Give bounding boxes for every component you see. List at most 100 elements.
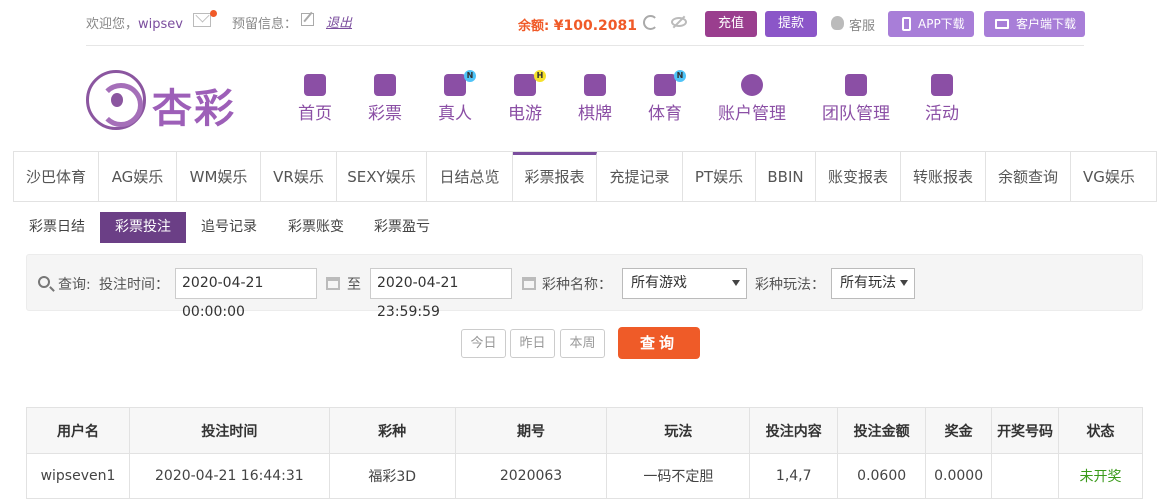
- column-header[interactable]: 彩种: [328, 407, 456, 454]
- yen-icon: [741, 74, 763, 96]
- tab-6[interactable]: 彩票报表: [513, 152, 597, 201]
- nav-item-label: 彩票: [368, 104, 402, 124]
- column-header[interactable]: 投注金额: [837, 407, 927, 454]
- tab-8[interactable]: PT娱乐: [683, 152, 756, 201]
- nav-item-2[interactable]: N 真人: [438, 70, 476, 124]
- mail-icon[interactable]: [193, 13, 211, 27]
- nav-item-4[interactable]: 棋牌: [578, 74, 612, 124]
- greeting: 欢迎您，wipsev: [86, 13, 183, 32]
- subtab-1[interactable]: 彩票投注: [100, 212, 186, 243]
- nav-item-8[interactable]: 活动: [925, 74, 959, 124]
- subtab-0[interactable]: 彩票日结: [14, 212, 100, 243]
- table-cell: 2020-04-21 16:44:31: [128, 453, 330, 499]
- phone-icon: [902, 17, 911, 31]
- to-label: 至: [347, 277, 361, 293]
- subtab-3[interactable]: 彩票账变: [273, 212, 359, 243]
- query-button[interactable]: 查询: [618, 327, 700, 359]
- nav-badge: N: [464, 70, 476, 82]
- nav-item-label: 电游: [508, 104, 542, 124]
- logo-emblem-icon: [86, 70, 146, 130]
- tab-3[interactable]: VR娱乐: [261, 152, 337, 201]
- hide-balance-icon[interactable]: [671, 17, 687, 27]
- nav-item-label: 棋牌: [578, 104, 612, 124]
- nav-item-6[interactable]: 账户管理: [718, 74, 786, 124]
- tab-10[interactable]: 账变报表: [816, 152, 901, 201]
- client-download-button[interactable]: 客户端下载: [984, 11, 1085, 37]
- this-week-button[interactable]: 本周: [560, 329, 605, 358]
- tab-13[interactable]: VG娱乐: [1071, 152, 1147, 201]
- lottery-icon: [374, 74, 396, 96]
- nav-item-label: 体育: [648, 104, 682, 124]
- gift-icon: [931, 74, 953, 96]
- logout-link[interactable]: 退出: [326, 12, 352, 31]
- nav-item-0[interactable]: 首页: [298, 74, 332, 124]
- nav-item-label: 账户管理: [718, 104, 786, 124]
- tab-4[interactable]: SEXY娱乐: [337, 152, 427, 201]
- customer-service-link[interactable]: 客服: [849, 15, 875, 34]
- nav-item-7[interactable]: 团队管理: [822, 74, 890, 124]
- nav-item-5[interactable]: N 体育: [648, 70, 686, 124]
- logo-brand: 杏彩: [152, 85, 236, 132]
- nav-item-label: 团队管理: [822, 104, 890, 124]
- table-cell: 0.0600: [837, 453, 927, 499]
- live-casino-icon: N: [444, 70, 476, 96]
- start-time-input[interactable]: 2020-04-21 00:00:00: [175, 268, 317, 320]
- nav-item-label: 活动: [925, 104, 959, 124]
- edit-icon[interactable]: [301, 13, 314, 26]
- column-header[interactable]: 投注时间: [128, 407, 330, 454]
- game-select[interactable]: 所有游戏: [622, 268, 747, 299]
- report-tabs: 沙巴体育 AG娱乐 WM娱乐 VR娱乐 SEXY娱乐 日结总览 彩票报表 充提记录 PT娱乐 BB…: [13, 151, 1157, 202]
- column-header[interactable]: 期号: [454, 407, 608, 454]
- calendar-icon[interactable]: [522, 277, 536, 290]
- today-button[interactable]: 今日: [461, 329, 506, 358]
- query-label: 查询:: [58, 277, 91, 293]
- column-header[interactable]: 玩法: [606, 407, 751, 454]
- subtab-2[interactable]: 追号记录: [186, 212, 272, 243]
- app-download-button[interactable]: APP下载: [888, 11, 974, 37]
- team-icon: [845, 74, 867, 96]
- yesterday-button[interactable]: 昨日: [510, 329, 555, 358]
- table-cell: wipseven1: [26, 453, 130, 499]
- table-cell: 2020063: [454, 453, 608, 499]
- balance: 余额: ¥100.2081: [518, 15, 637, 34]
- play-type-select[interactable]: 所有玩法: [831, 268, 915, 299]
- tab-1[interactable]: AG娱乐: [99, 152, 177, 201]
- table-row[interactable]: wipseven1 2020-04-21 16:44:31 福彩3D 2020063 一…: [26, 453, 1143, 499]
- column-header[interactable]: 奖金: [925, 407, 993, 454]
- calendar-icon[interactable]: [326, 277, 340, 290]
- column-header[interactable]: 开奖号码: [991, 407, 1060, 454]
- balance-label: 余额:: [518, 19, 554, 34]
- column-header[interactable]: 用户名: [26, 407, 130, 454]
- table-cell: 福彩3D: [328, 453, 456, 499]
- tab-0[interactable]: 沙巴体育: [14, 152, 99, 201]
- withdraw-button[interactable]: 提款: [765, 11, 817, 37]
- refresh-icon[interactable]: [643, 15, 658, 30]
- column-header[interactable]: 状态: [1058, 407, 1143, 454]
- table-cell: 1,4,7: [749, 453, 839, 499]
- site-logo[interactable]: 杏彩: [86, 70, 236, 132]
- subtab-4[interactable]: 彩票盈亏: [359, 212, 445, 243]
- tab-12[interactable]: 余额查询: [986, 152, 1071, 201]
- game-select-value: 所有游戏: [631, 275, 687, 291]
- recharge-button[interactable]: 充值: [705, 11, 757, 37]
- tab-11[interactable]: 转账报表: [901, 152, 986, 201]
- top-bar: 欢迎您，wipsev 预留信息： 退出 余额: ¥100.2081 充值 提款 …: [86, 0, 1085, 46]
- tab-9[interactable]: BBIN: [756, 152, 816, 201]
- tab-2[interactable]: WM娱乐: [177, 152, 261, 201]
- app-download-label: APP下载: [918, 17, 965, 31]
- nav-item-1[interactable]: 彩票: [368, 74, 402, 124]
- tab-5[interactable]: 日结总览: [427, 152, 513, 201]
- chevron-down-icon: [732, 280, 740, 286]
- nav-item-3[interactable]: H 电游: [508, 70, 546, 124]
- play-type-label: 彩种玩法：: [755, 277, 825, 293]
- customer-service-icon[interactable]: [831, 16, 844, 30]
- search-icon: [38, 276, 50, 288]
- tab-7[interactable]: 充提记录: [597, 152, 683, 201]
- status-badge: 未开奖: [1058, 453, 1143, 499]
- balance-value: ¥100.2081: [553, 18, 637, 34]
- client-download-label: 客户端下载: [1016, 17, 1077, 31]
- monitor-icon: [995, 19, 1009, 29]
- column-header[interactable]: 投注内容: [749, 407, 839, 454]
- nav-item-label: 首页: [298, 104, 332, 124]
- end-time-input[interactable]: 2020-04-21 23:59:59: [370, 268, 512, 320]
